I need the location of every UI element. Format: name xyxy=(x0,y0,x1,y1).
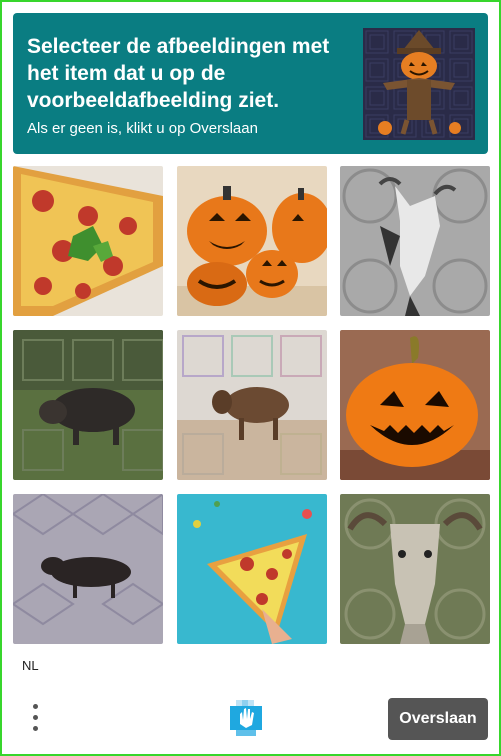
challenge-header: Selecteer de afbeeldingen met het item d… xyxy=(13,13,488,154)
grid-tile-pumpkin[interactable] xyxy=(340,330,490,480)
grid-tile-goat[interactable] xyxy=(340,166,490,316)
grid-tile-boar[interactable] xyxy=(13,330,163,480)
challenge-subtitle: Als er geen is, klikt u op Overslaan xyxy=(27,120,258,137)
challenge-title: Selecteer de afbeeldingen met het item d… xyxy=(27,35,330,112)
grid-tile-goat-2[interactable] xyxy=(340,494,490,644)
captcha-frame: Selecteer de afbeeldingen met het item d… xyxy=(0,0,501,756)
grid-tile-pizza[interactable] xyxy=(13,166,163,316)
grid-tile-boar-2[interactable] xyxy=(13,494,163,644)
grid-tile-pumpkins[interactable] xyxy=(177,166,327,316)
hand-logo-icon xyxy=(230,700,262,736)
example-image xyxy=(363,28,475,140)
grid-tile-animal[interactable] xyxy=(177,330,327,480)
image-grid xyxy=(13,166,490,644)
language-indicator[interactable]: NL xyxy=(22,658,39,673)
skip-button[interactable]: Overslaan xyxy=(388,698,488,740)
grid-tile-pizza-2[interactable] xyxy=(177,494,327,644)
more-vertical-icon[interactable] xyxy=(28,700,44,736)
